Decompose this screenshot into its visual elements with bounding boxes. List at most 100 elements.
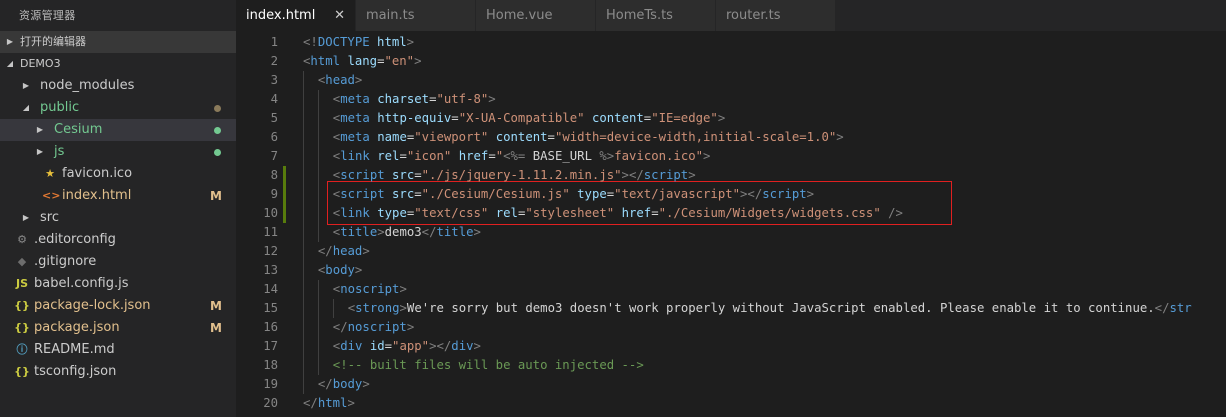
tree-item[interactable]: {} package.json M bbox=[0, 317, 236, 339]
code-token: script bbox=[340, 187, 385, 201]
tree-item-label: Cesium bbox=[54, 122, 103, 137]
tab-label: main.ts bbox=[366, 8, 415, 23]
tree-item-label: src bbox=[40, 210, 59, 225]
tab[interactable]: main.ts bbox=[356, 0, 476, 31]
git-added-gutter-mark bbox=[283, 204, 286, 223]
code-token: "text/css" bbox=[414, 206, 489, 220]
tree-item-label: favicon.ico bbox=[62, 166, 133, 181]
code-line: 15 <strong>We're sorry but demo3 doesn't … bbox=[236, 299, 1226, 318]
code-token: ></ bbox=[429, 339, 452, 353]
code-token: We're sorry but demo3 doesn't work prope… bbox=[406, 301, 1155, 315]
code-line: 19 </body> bbox=[236, 375, 1226, 394]
code-token: = bbox=[451, 111, 459, 125]
code-token: type bbox=[377, 206, 407, 220]
indent-guide bbox=[317, 185, 319, 204]
code-line: 2 <html lang="en"> bbox=[236, 52, 1226, 71]
code-content: <div id="app"></div> bbox=[333, 337, 481, 356]
code-token: html bbox=[317, 396, 348, 410]
line-number: 9 bbox=[270, 187, 278, 201]
line-number: 16 bbox=[263, 320, 278, 334]
code-token: = bbox=[488, 149, 496, 163]
code-token: script bbox=[643, 168, 689, 182]
tab[interactable]: index.html ✕ bbox=[236, 0, 356, 31]
tree-item-label: public bbox=[40, 100, 80, 115]
indent-guide bbox=[317, 147, 319, 166]
tree-item[interactable]: ◆ .gitignore bbox=[0, 251, 236, 273]
tree-item[interactable]: ⚙ .editorconfig bbox=[0, 229, 236, 251]
tree-item[interactable]: {} tsconfig.json bbox=[0, 361, 236, 383]
code-content: </html> bbox=[303, 394, 355, 413]
explorer-sidebar: 资源管理器 ▶ 打开的编辑器 ◢ DEMO3 ▶ node_modules ◢ pub… bbox=[0, 0, 236, 417]
code-token: meta bbox=[340, 92, 370, 106]
tab-label: index.html bbox=[246, 8, 316, 23]
code-token: meta bbox=[340, 111, 370, 125]
code-line: 4 <meta charset="utf-8"> bbox=[236, 90, 1226, 109]
code-token: body bbox=[325, 263, 355, 277]
code-token: > bbox=[488, 92, 496, 106]
tree-item[interactable]: ★ favicon.ico bbox=[0, 163, 236, 185]
tree-item-label: package.json bbox=[34, 320, 120, 335]
tree-item[interactable]: ▶ Cesium bbox=[0, 119, 236, 141]
code-token: > bbox=[688, 168, 696, 182]
line-number: 12 bbox=[263, 244, 278, 258]
modified-dot-icon bbox=[214, 127, 221, 134]
git-status-badge: M bbox=[210, 299, 222, 313]
indent-guide bbox=[317, 109, 319, 128]
indent-guide bbox=[317, 280, 319, 299]
line-number: 3 bbox=[270, 73, 278, 87]
code-token: noscript bbox=[347, 320, 407, 334]
tree-item[interactable]: ▶ node_modules bbox=[0, 75, 236, 97]
code-token: </ bbox=[317, 377, 333, 391]
code-token: "utf-8" bbox=[436, 92, 489, 106]
close-icon[interactable]: ✕ bbox=[334, 0, 345, 31]
tree-item[interactable]: ◢ public bbox=[0, 97, 236, 119]
code-editor[interactable]: 1 <!DOCTYPE html> 2 <html lang="en"> 3 <head>… bbox=[236, 31, 1226, 417]
code-token: "IE=edge" bbox=[651, 111, 718, 125]
tree-item[interactable]: <> index.html M bbox=[0, 185, 236, 207]
js-file-icon: JS bbox=[15, 277, 28, 290]
workspace-section[interactable]: ◢ DEMO3 bbox=[0, 53, 236, 75]
tab[interactable]: router.ts bbox=[716, 0, 836, 31]
tree-item-label: node_modules bbox=[40, 78, 135, 93]
code-token: "./Cesium/Cesium.js" bbox=[421, 187, 570, 201]
code-token: > bbox=[703, 149, 711, 163]
tab[interactable]: Home.vue bbox=[476, 0, 596, 31]
tree-item[interactable]: ⓘ README.md bbox=[0, 339, 236, 361]
code-token: div bbox=[451, 339, 474, 353]
code-token: <%= bbox=[503, 149, 526, 163]
tree-item-label: README.md bbox=[34, 342, 115, 357]
indent-guide bbox=[303, 337, 304, 356]
tree-item[interactable]: ▶ src bbox=[0, 207, 236, 229]
tree-item[interactable]: ▶ js bbox=[0, 141, 236, 163]
code-token: script bbox=[762, 187, 807, 201]
code-token: src bbox=[392, 187, 415, 201]
line-number: 1 bbox=[270, 35, 278, 49]
tree-item[interactable]: JS babel.config.js bbox=[0, 273, 236, 295]
indent-guide bbox=[303, 128, 304, 147]
tree-item-label: .gitignore bbox=[34, 254, 97, 269]
code-token: > bbox=[406, 320, 415, 334]
code-token: lang bbox=[347, 54, 378, 68]
code-token: link bbox=[340, 206, 370, 220]
line-number: 2 bbox=[270, 54, 278, 68]
code-token: link bbox=[340, 149, 370, 163]
code-line: 16 </noscript> bbox=[236, 318, 1226, 337]
line-number: 20 bbox=[263, 396, 278, 410]
code-token: type bbox=[577, 187, 607, 201]
code-token: body bbox=[332, 377, 363, 391]
code-line: 13 <body> bbox=[236, 261, 1226, 280]
code-token: "stylesheet" bbox=[525, 206, 615, 220]
tab-label: Home.vue bbox=[486, 8, 553, 23]
line-number: 11 bbox=[263, 225, 278, 239]
line-number: 19 bbox=[263, 377, 278, 391]
tab[interactable]: HomeTs.ts bbox=[596, 0, 716, 31]
code-line: 18 <!-- built files will be auto injected… bbox=[236, 356, 1226, 375]
chevron-down-icon: ◢ bbox=[22, 103, 30, 112]
code-token: > bbox=[347, 396, 355, 410]
tree-item[interactable]: {} package-lock.json M bbox=[0, 295, 236, 317]
open-editors-section[interactable]: ▶ 打开的编辑器 bbox=[0, 31, 236, 53]
code-content: </noscript> bbox=[333, 318, 414, 337]
